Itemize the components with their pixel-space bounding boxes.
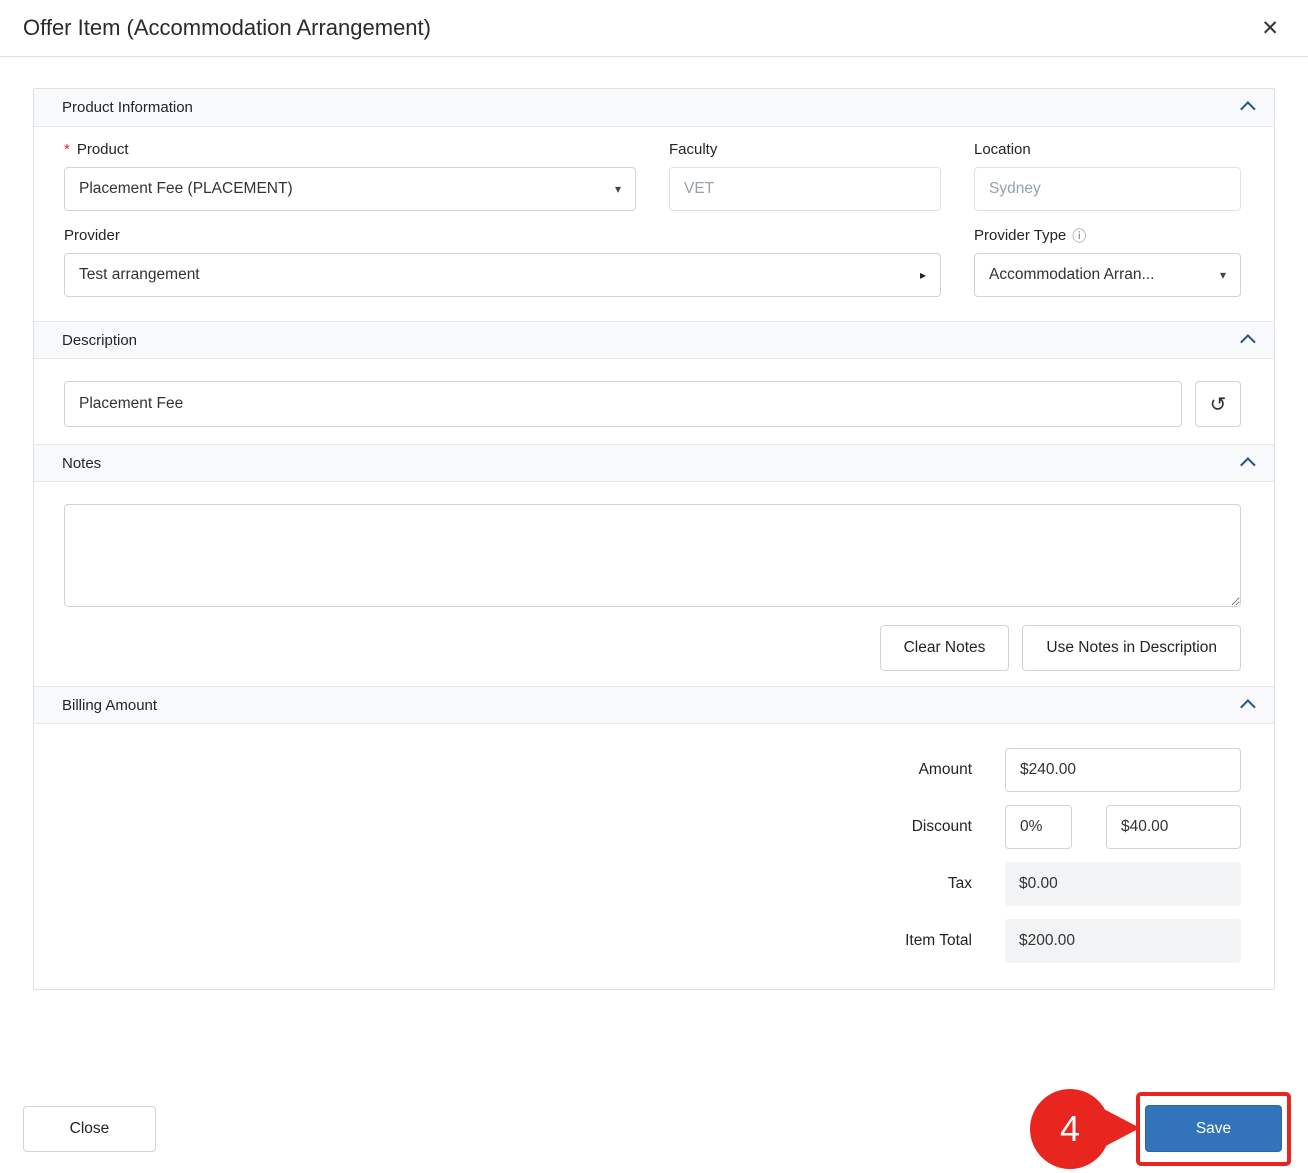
close-icon[interactable]: ✕ <box>1257 14 1283 43</box>
reset-description-button[interactable]: ↺ <box>1195 381 1241 427</box>
provider-input[interactable]: Test arrangement ▸ <box>64 253 941 297</box>
required-asterisk: * <box>64 141 70 158</box>
chevron-up-icon[interactable] <box>1240 334 1256 350</box>
section-notes: Notes Clear Notes Use Notes in Descripti… <box>34 444 1274 686</box>
annotation-step-number: 4 <box>1060 1108 1080 1150</box>
provider-type-label: Provider Type ⓘ <box>974 227 1241 244</box>
save-button[interactable]: Save <box>1145 1105 1282 1152</box>
product-label: *Product <box>64 141 636 158</box>
discount-percent-input[interactable] <box>1005 805 1072 849</box>
amount-label: Amount <box>919 761 972 779</box>
tax-row: Tax <box>64 862 1241 906</box>
chevron-right-icon: ▸ <box>920 268 926 282</box>
section-header-notes[interactable]: Notes <box>34 444 1274 482</box>
provider-type-select[interactable]: Accommodation Arran... ▾ <box>974 253 1241 297</box>
location-field: Location Sydney <box>974 141 1241 211</box>
discount-label: Discount <box>912 818 972 836</box>
amount-row: Amount <box>64 748 1241 792</box>
chevron-down-icon: ▾ <box>1220 268 1226 282</box>
form-card: Product Information *Product Placement F… <box>33 88 1275 990</box>
chevron-down-icon: ▾ <box>615 182 621 196</box>
close-button[interactable]: Close <box>23 1106 156 1152</box>
section-header-product-information[interactable]: Product Information <box>34 89 1274 127</box>
faculty-input: VET <box>669 167 941 211</box>
faculty-field: Faculty VET <box>669 141 941 211</box>
tax-label: Tax <box>948 875 972 893</box>
location-value: Sydney <box>989 180 1041 198</box>
refresh-icon: ↺ <box>1210 392 1227 417</box>
section-title-notes: Notes <box>62 455 101 472</box>
section-header-billing-amount[interactable]: Billing Amount <box>34 686 1274 724</box>
provider-type-field: Provider Type ⓘ Accommodation Arran... ▾ <box>974 227 1241 297</box>
item-total-value <box>1005 919 1241 963</box>
provider-value: Test arrangement <box>79 266 200 284</box>
section-title-product-information: Product Information <box>62 99 193 116</box>
amount-input[interactable] <box>1005 748 1241 792</box>
modal-title: Offer Item (Accommodation Arrangement) <box>23 15 431 41</box>
section-header-description[interactable]: Description <box>34 321 1274 359</box>
faculty-value: VET <box>684 180 714 198</box>
annotation-step-badge: 4 <box>1030 1089 1110 1169</box>
provider-type-value: Accommodation Arran... <box>989 266 1154 284</box>
section-product-information: Product Information *Product Placement F… <box>34 89 1274 321</box>
description-input[interactable] <box>64 381 1182 427</box>
tax-value <box>1005 862 1241 906</box>
item-total-label: Item Total <box>905 932 972 950</box>
annotation-highlight-box: Save <box>1136 1092 1291 1166</box>
modal-header: Offer Item (Accommodation Arrangement) ✕ <box>0 0 1308 57</box>
location-input: Sydney <box>974 167 1241 211</box>
faculty-label: Faculty <box>669 141 941 158</box>
discount-amount-input[interactable] <box>1106 805 1241 849</box>
section-title-billing-amount: Billing Amount <box>62 697 157 714</box>
chevron-up-icon[interactable] <box>1240 101 1256 117</box>
discount-row: Discount <box>64 805 1241 849</box>
product-select-value: Placement Fee (PLACEMENT) <box>79 180 293 198</box>
product-field: *Product Placement Fee (PLACEMENT) ▾ <box>64 141 636 211</box>
item-total-row: Item Total <box>64 919 1241 963</box>
provider-field: Provider Test arrangement ▸ <box>64 227 941 297</box>
product-select[interactable]: Placement Fee (PLACEMENT) ▾ <box>64 167 636 211</box>
section-description: Description ↺ <box>34 321 1274 444</box>
section-billing-amount: Billing Amount Amount Discount Tax Item … <box>34 686 1274 989</box>
use-notes-in-description-button[interactable]: Use Notes in Description <box>1022 625 1241 671</box>
chevron-up-icon[interactable] <box>1240 457 1256 473</box>
clear-notes-button[interactable]: Clear Notes <box>880 625 1010 671</box>
chevron-up-icon[interactable] <box>1240 699 1256 715</box>
provider-label: Provider <box>64 227 941 244</box>
notes-textarea[interactable] <box>64 504 1241 607</box>
info-icon[interactable]: ⓘ <box>1072 229 1086 243</box>
location-label: Location <box>974 141 1241 158</box>
section-title-description: Description <box>62 332 137 349</box>
